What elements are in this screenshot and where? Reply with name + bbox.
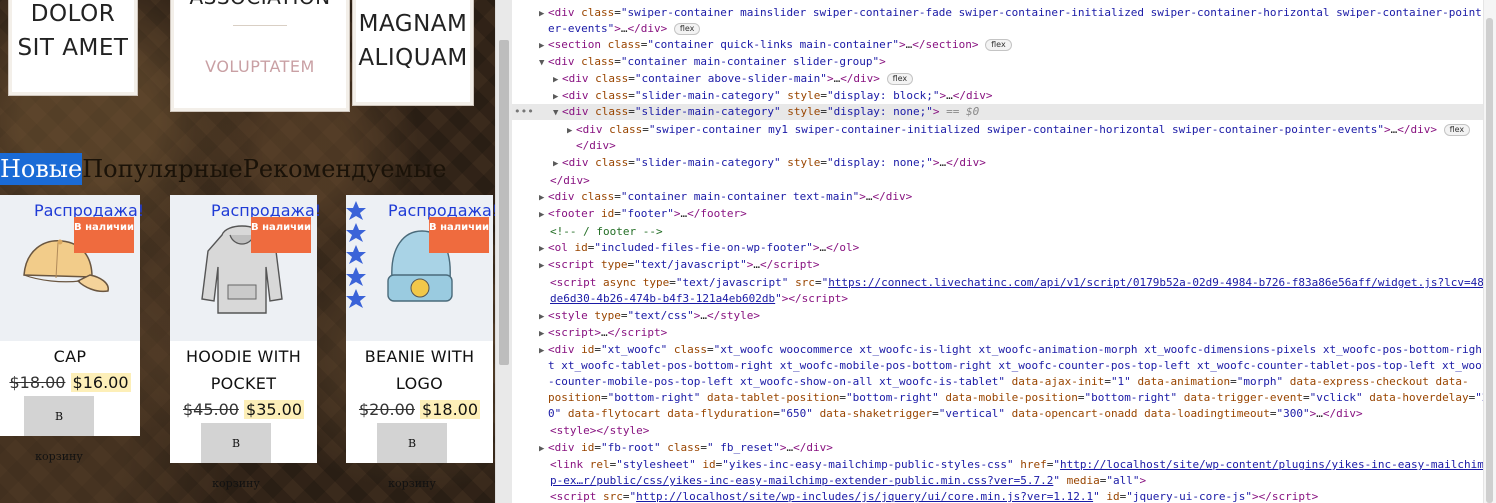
script-src-link[interactable]: https://connect.livechatinc.com/api/v1/s…: [828, 276, 1484, 289]
flex-badge[interactable]: flex: [985, 39, 1012, 51]
dom-close-tag: </div>: [576, 139, 616, 152]
script-src-link-continued[interactable]: de6d30-4b26-474b-b4f3-121a4eb602db: [550, 292, 775, 305]
dom-node[interactable]: ▶ <ol id="included-files-fie-on-wp-footer…: [539, 240, 1484, 256]
add-to-cart-button[interactable]: В корзину: [377, 423, 447, 490]
page-scrollbar[interactable]: [495, 0, 512, 503]
expand-arrow-icon[interactable]: ▶: [553, 156, 562, 172]
scrollbar-thumb[interactable]: [1486, 18, 1493, 503]
sale-price: $18.00: [420, 400, 481, 419]
quick-link-line2: SIT AMET: [17, 35, 129, 61]
in-stock-badge: В наличии: [74, 217, 134, 253]
product-price: $45.00 $35.00: [170, 400, 317, 419]
dom-node[interactable]: ▶ <div id="fb-root" class=" fb_reset">…</…: [539, 440, 1484, 456]
quick-link-line2: ALIQUAM: [358, 45, 468, 71]
sale-price: $35.00: [244, 400, 305, 419]
quick-link-line1: ASSOCIATION: [171, 0, 349, 9]
product-card[interactable]: Распродажа! В наличии CAP $18.00 $16.00 …: [0, 195, 144, 463]
dom-node-selected[interactable]: ••• ▼ <div class="slider-main-category" st…: [512, 104, 1484, 120]
dom-node[interactable]: ▶ <div class="slider-main-category" style…: [553, 155, 1484, 171]
expand-arrow-icon[interactable]: ▶: [539, 309, 548, 325]
dom-node[interactable]: ▶ <div class="swiper-container my1 swiper…: [567, 122, 1484, 138]
old-price: $45.00: [182, 400, 239, 419]
devtools-elements-panel: ▶ <div class="swiper-container mainslider…: [512, 0, 1484, 503]
product-price: $18.00 $16.00: [0, 373, 140, 392]
devtools-scrollbar[interactable]: [1483, 0, 1496, 503]
jquery-src-link[interactable]: http://localhost/site/wp-includes/js/jqu…: [636, 490, 1093, 503]
expand-arrow-icon[interactable]: ▶: [553, 72, 562, 88]
product-card[interactable]: Распродажа! В наличии HOODIE WITH POCKET…: [170, 195, 321, 490]
expand-arrow-icon[interactable]: ▶: [539, 258, 548, 274]
dom-node-continued: t xt_woofc-tablet-pos-bottom-right xt_wo…: [548, 359, 1484, 372]
stylesheet-href-link[interactable]: http://localhost/site/wp-content/plugins…: [1060, 458, 1484, 471]
dom-node-continued: 0" data-flytocart data-flyduration="650"…: [548, 407, 1363, 420]
flex-badge[interactable]: flex: [886, 73, 914, 85]
page-preview: DOLOR SIT AMET ASSOCIATION VOLUPTATEM MA…: [0, 0, 495, 503]
tab-popular[interactable]: Популярные: [82, 153, 243, 185]
dom-node-continued: p-ex…r/public/css/yikes-inc-easy-mailchi…: [550, 474, 1147, 487]
dom-node[interactable]: ▶ <script type="text/javascript">…</scrip…: [539, 257, 1484, 273]
collapse-arrow-icon[interactable]: ▼: [553, 105, 562, 121]
star-rating-icon: [346, 201, 366, 308]
dom-node[interactable]: ▶ <footer id="footer">…</footer>: [539, 206, 1484, 222]
old-price: $20.00: [358, 400, 415, 419]
expand-arrow-icon[interactable]: ▶: [539, 207, 548, 223]
dom-node[interactable]: <link rel="stylesheet" id="yikes-inc-eas…: [550, 457, 1484, 473]
dom-node-continued: -counter-mobile-pos-top-left xt_woofc-sh…: [548, 375, 1469, 388]
selected-node-reference: == $0: [946, 105, 980, 118]
product-price: $20.00 $18.00: [346, 400, 493, 419]
quick-link-line2: VOLUPTATEM: [205, 57, 315, 76]
tab-recommended[interactable]: Рекомендуемые: [243, 153, 447, 185]
dom-node-continued: de6d30-4b26-474b-b4f3-121a4eb602db"></sc…: [550, 292, 849, 305]
collapse-arrow-icon[interactable]: ▼: [539, 55, 548, 71]
old-price: $18.00: [9, 373, 66, 392]
quick-link-line1: DOLOR: [30, 1, 116, 27]
more-options-icon[interactable]: •••: [514, 104, 534, 120]
quick-link-association[interactable]: ASSOCIATION VOLUPTATEM: [170, 0, 350, 112]
flex-badge[interactable]: flex: [1443, 124, 1471, 136]
dom-node[interactable]: <script async type="text/javascript" src…: [550, 275, 1484, 291]
dom-node[interactable]: ▶ <script>…</script>: [539, 325, 1484, 341]
dom-node[interactable]: ▶ <div class="container main-container te…: [539, 189, 1484, 205]
dom-node[interactable]: ▼ <div class="container main-container sl…: [539, 54, 1484, 70]
add-to-cart-button[interactable]: В корзину: [24, 396, 94, 463]
expand-arrow-icon[interactable]: ▶: [539, 38, 548, 54]
expand-arrow-icon[interactable]: ▶: [567, 123, 576, 139]
in-stock-badge: В наличии: [251, 217, 311, 253]
quick-link-magnam[interactable]: MAGNAM ALIQUAM: [352, 0, 474, 106]
scrollbar-thumb[interactable]: [499, 40, 509, 365]
stylesheet-href-link-continued[interactable]: p-ex…r/public/css/yikes-inc-easy-mailchi…: [550, 474, 1053, 487]
dom-node-continued: position="bottom-right" data-tablet-posi…: [548, 391, 1484, 404]
expand-arrow-icon[interactable]: ▶: [539, 6, 548, 22]
product-card[interactable]: Распродажа! В наличии BEANIE WITH LOGO $…: [346, 195, 495, 490]
divider: [233, 25, 287, 26]
product-title[interactable]: CAP: [0, 343, 140, 370]
dom-comment[interactable]: <!-- / footer -->: [550, 224, 1484, 240]
product-title[interactable]: HOODIE WITH POCKET: [170, 343, 317, 397]
expand-arrow-icon[interactable]: ▶: [539, 326, 548, 342]
quick-link-line1: MAGNAM: [358, 11, 468, 37]
tab-new[interactable]: Новые: [0, 153, 83, 185]
flex-badge[interactable]: flex: [673, 23, 701, 35]
dom-node[interactable]: ▶ <div class="slider-main-category" style…: [553, 88, 1484, 104]
dom-close-tag: </div>: [550, 174, 590, 187]
expand-arrow-icon[interactable]: ▶: [539, 241, 548, 257]
dom-node[interactable]: ▶ <div id="xt_woofc" class="xt_woofc wooc…: [539, 342, 1484, 358]
dom-node[interactable]: ▶ <div class="container above-slider-main…: [553, 71, 1484, 87]
expand-arrow-icon[interactable]: ▶: [539, 441, 548, 457]
quick-link-dolor[interactable]: DOLOR SIT AMET: [8, 0, 138, 96]
expand-arrow-icon[interactable]: ▶: [539, 343, 548, 359]
expand-arrow-icon[interactable]: ▶: [553, 89, 562, 105]
dom-node[interactable]: ▶ <section class="container quick-links m…: [539, 37, 1484, 53]
product-tabs: НовыеПопулярныеРекомендуемые: [0, 153, 495, 185]
dom-node[interactable]: <script src="http://localhost/site/wp-in…: [550, 489, 1484, 503]
in-stock-badge: В наличии: [429, 217, 489, 253]
dom-node-continued: er-events">…</div> flex: [548, 21, 1484, 37]
sale-price: $16.00: [70, 373, 131, 392]
expand-arrow-icon[interactable]: ▶: [539, 190, 548, 206]
dom-node[interactable]: ▶ <style type="text/css">…</style>: [539, 308, 1484, 324]
dom-node[interactable]: <style></style>: [550, 423, 1484, 439]
add-to-cart-button[interactable]: В корзину: [201, 423, 271, 490]
product-title[interactable]: BEANIE WITH LOGO: [346, 343, 493, 397]
dom-node[interactable]: ▶ <div class="swiper-container mainslider…: [539, 5, 1484, 21]
